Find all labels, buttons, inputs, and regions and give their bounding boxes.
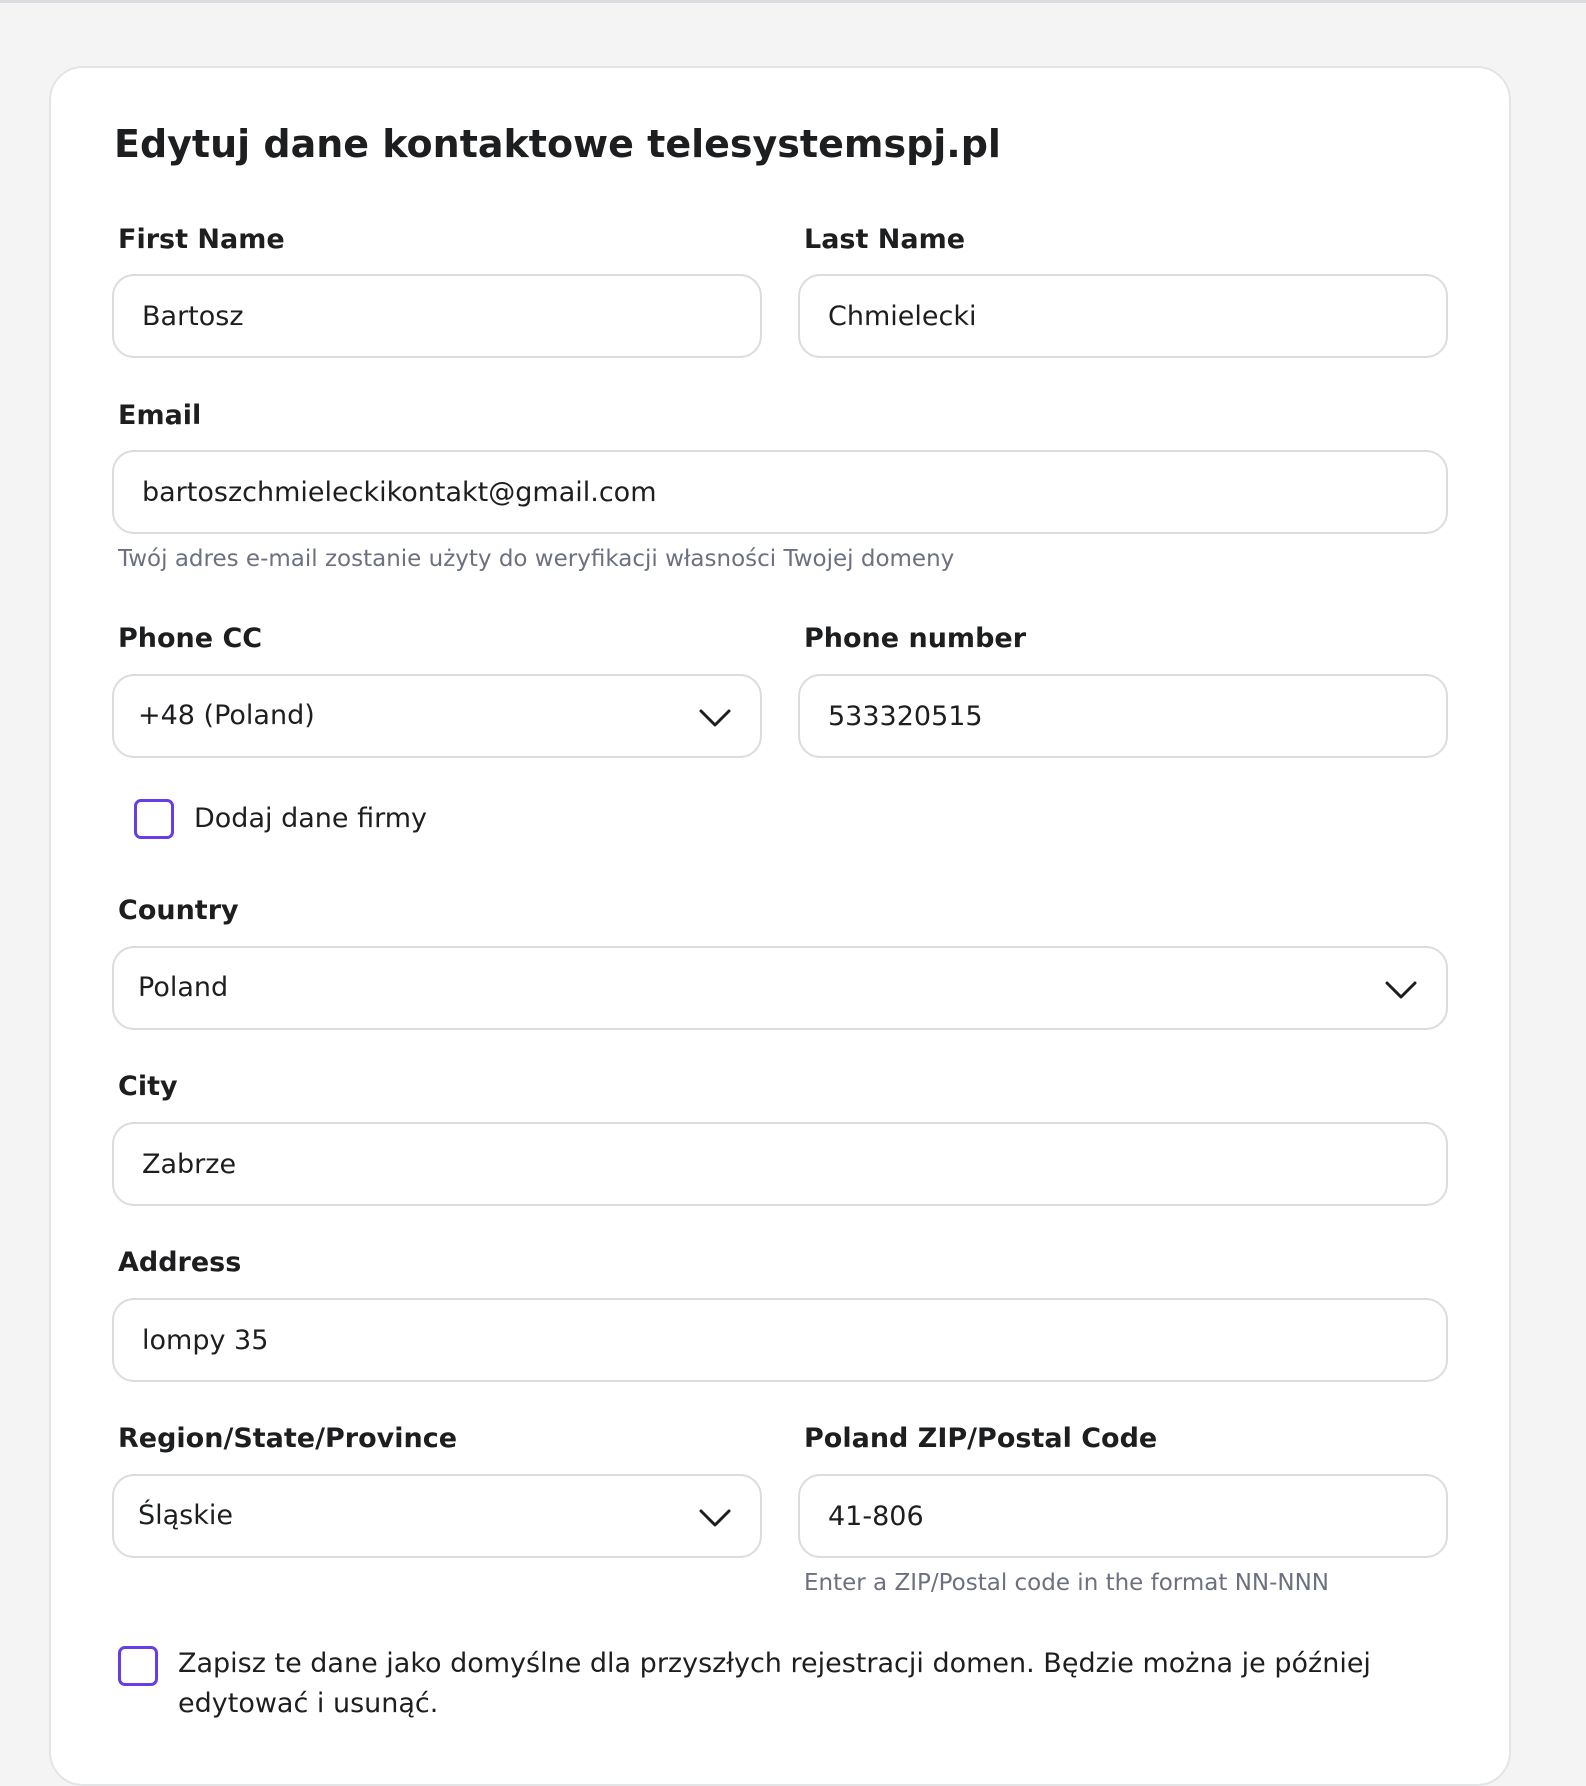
chevron-down-icon bbox=[1385, 981, 1417, 999]
last-name-input[interactable] bbox=[798, 274, 1448, 358]
save-default-label[interactable]: Zapisz te dane jako domyślne dla przyszł… bbox=[178, 1644, 1448, 1724]
country-select[interactable]: Poland bbox=[112, 946, 1448, 1030]
zip-input[interactable] bbox=[798, 1474, 1448, 1558]
first-name-label: First Name bbox=[118, 224, 285, 255]
region-value: Śląskie bbox=[138, 1500, 234, 1531]
phone-cc-label: Phone CC bbox=[118, 623, 263, 654]
phone-number-input[interactable] bbox=[798, 674, 1448, 758]
add-company-checkbox[interactable] bbox=[134, 799, 174, 839]
chevron-down-icon bbox=[699, 1509, 731, 1527]
email-hint: Twój adres e-mail zostanie użyty do wery… bbox=[118, 546, 955, 572]
zip-label: Poland ZIP/Postal Code bbox=[804, 1423, 1158, 1454]
address-input[interactable] bbox=[112, 1298, 1448, 1382]
last-name-label: Last Name bbox=[804, 224, 966, 255]
region-label: Region/State/Province bbox=[118, 1423, 458, 1454]
country-label: Country bbox=[118, 895, 239, 926]
zip-hint: Enter a ZIP/Postal code in the format NN… bbox=[804, 1570, 1330, 1596]
phone-number-label: Phone number bbox=[804, 623, 1027, 654]
city-input[interactable] bbox=[112, 1122, 1448, 1206]
phone-cc-value: +48 (Poland) bbox=[138, 700, 315, 731]
save-default-checkbox[interactable] bbox=[118, 1646, 158, 1686]
first-name-input[interactable] bbox=[112, 274, 762, 358]
country-value: Poland bbox=[138, 972, 229, 1003]
chevron-down-icon bbox=[699, 709, 731, 727]
top-divider bbox=[0, 0, 1586, 3]
email-input[interactable] bbox=[112, 450, 1448, 534]
page-title: Edytuj dane kontaktowe telesystemspj.pl bbox=[114, 122, 1001, 166]
phone-cc-select[interactable]: +48 (Poland) bbox=[112, 674, 762, 758]
add-company-label[interactable]: Dodaj dane firmy bbox=[194, 799, 427, 839]
email-label: Email bbox=[118, 400, 202, 431]
address-label: Address bbox=[118, 1247, 242, 1278]
region-select[interactable]: Śląskie bbox=[112, 1474, 762, 1558]
city-label: City bbox=[118, 1071, 178, 1102]
